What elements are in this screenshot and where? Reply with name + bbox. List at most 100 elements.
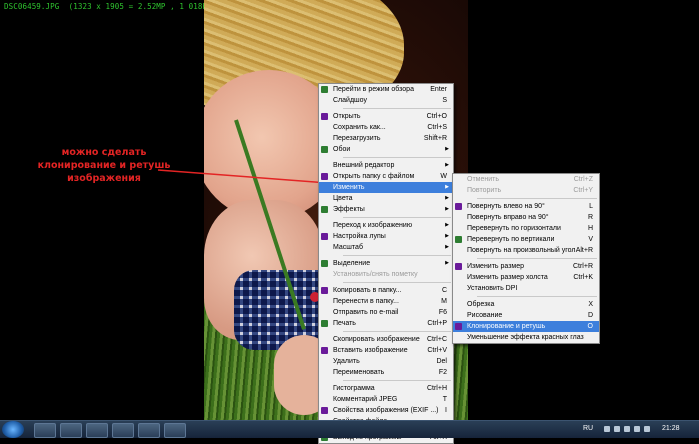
- app-taskbar-icon[interactable]: [60, 423, 82, 438]
- menu-item[interactable]: Масштаб ▶: [319, 242, 453, 253]
- menu-item-shortcut: C: [441, 287, 447, 294]
- menu-item-shortcut: I: [445, 407, 447, 414]
- menu-item-shortcut: H: [587, 225, 593, 232]
- menu-item[interactable]: Перевернуть по горизонтали H: [453, 223, 599, 234]
- menu-item-label: Перезагрузить: [333, 135, 381, 142]
- menu-item-label: Цвета: [333, 195, 353, 202]
- menu-separator: [477, 258, 597, 259]
- edit-submenu: Отменить Ctrl+Z Повторить Ctrl+Y Повернуть в…: [452, 173, 600, 344]
- menu-item[interactable]: Установить DPI: [453, 283, 599, 294]
- menu-item[interactable]: Гистограмма Ctrl+H: [319, 383, 453, 394]
- menu-item-shortcut: Ctrl+S: [427, 124, 447, 131]
- menu-item[interactable]: Внешний редактор ▶: [319, 160, 453, 171]
- menu-item-label: Перенести в папку...: [333, 298, 399, 305]
- menu-item-label: Изменить размер: [467, 263, 525, 270]
- menu-item-label: Выделение: [333, 260, 371, 267]
- menu-item[interactable]: Настройка лупы ▶: [319, 231, 453, 242]
- menu-item-shortcut: Alt+R: [575, 247, 593, 254]
- menu-item-label: Вставить изображение: [333, 347, 408, 354]
- tray-icon[interactable]: [624, 426, 630, 432]
- menu-item[interactable]: Открыть Ctrl+O: [319, 111, 453, 122]
- menu-item[interactable]: Изменить размер Ctrl+R: [453, 261, 599, 272]
- menu-separator: [477, 198, 597, 199]
- menu-item[interactable]: Перевернуть по вертикали V: [453, 234, 599, 245]
- menu-item[interactable]: Свойства изображения (EXIF ...) I: [319, 405, 453, 416]
- menu-item[interactable]: Вставить изображение Ctrl+V: [319, 345, 453, 356]
- menu-item-label: Уменьшение эффекта красных глаз: [467, 334, 584, 341]
- menu-item-label: Перевернуть по вертикали: [467, 236, 555, 243]
- menu-item[interactable]: Сохранить как... Ctrl+S: [319, 122, 453, 133]
- network-icon[interactable]: [634, 426, 640, 432]
- menu-item-icon: [321, 233, 328, 240]
- menu-item[interactable]: Изменить ▶: [319, 182, 453, 193]
- language-indicator[interactable]: RU: [583, 425, 593, 432]
- menu-item[interactable]: Эффекты ▶: [319, 204, 453, 215]
- menu-item-icon: [455, 263, 462, 270]
- menu-item[interactable]: Уменьшение эффекта красных глаз: [453, 332, 599, 343]
- viewer-taskbar-icon[interactable]: [138, 423, 160, 438]
- start-button[interactable]: [2, 421, 24, 438]
- menu-item[interactable]: Переход к изображению ▶: [319, 220, 453, 231]
- clock[interactable]: 21:28: [662, 425, 680, 432]
- menu-item-shortcut: Ctrl+V: [427, 347, 447, 354]
- media-taskbar-icon[interactable]: [164, 423, 186, 438]
- menu-item-label: Перейти в режим обзора: [333, 86, 414, 93]
- menu-item-icon: [455, 236, 462, 243]
- menu-item[interactable]: Клонирование и ретушь O: [453, 321, 599, 332]
- menu-item-shortcut: Ctrl+P: [427, 320, 447, 327]
- volume-icon[interactable]: [644, 426, 650, 432]
- menu-item[interactable]: Слайдшоу S: [319, 95, 453, 106]
- chevron-right-icon: ▶: [445, 244, 449, 250]
- menu-item[interactable]: Рисование D: [453, 310, 599, 321]
- tray-icon[interactable]: [614, 426, 620, 432]
- chevron-right-icon: ▶: [445, 260, 449, 266]
- menu-item-shortcut: S: [442, 97, 447, 104]
- menu-item[interactable]: Цвета ▶: [319, 193, 453, 204]
- menu-item-shortcut: Ctrl+R: [572, 263, 593, 270]
- menu-item-icon: [321, 320, 328, 327]
- menu-item[interactable]: Комментарий JPEG T: [319, 394, 453, 405]
- annotation-text: можно сделать клонирование и ретушь изоб…: [37, 147, 171, 184]
- menu-item-label: Перевернуть по горизонтали: [467, 225, 561, 232]
- menu-item[interactable]: Переименовать F2: [319, 367, 453, 378]
- menu-item[interactable]: Перейти в режим обзора Enter: [319, 84, 453, 95]
- menu-item[interactable]: Повернуть на произвольный угол Alt+R: [453, 245, 599, 256]
- menu-item-shortcut: Ctrl+O: [426, 113, 447, 120]
- chevron-right-icon: ▶: [445, 162, 449, 168]
- menu-item-shortcut: L: [589, 203, 593, 210]
- chevron-right-icon: ▶: [445, 222, 449, 228]
- menu-item-shortcut: Ctrl+Z: [573, 176, 593, 183]
- menu-item[interactable]: Открыть папку с файлом W: [319, 171, 453, 182]
- menu-item[interactable]: Копировать в папку... C: [319, 285, 453, 296]
- menu-item-label: Установить DPI: [467, 285, 518, 292]
- menu-item-icon: [321, 260, 328, 267]
- menu-item[interactable]: Изменить размер холста Ctrl+K: [453, 272, 599, 283]
- menu-item-label: Копировать в папку...: [333, 287, 402, 294]
- browser-taskbar-icon[interactable]: [86, 423, 108, 438]
- menu-item-label: Свойства изображения (EXIF ...): [333, 407, 439, 414]
- menu-item-label: Масштаб: [333, 244, 363, 251]
- menu-item[interactable]: Удалить Del: [319, 356, 453, 367]
- menu-item: Отменить Ctrl+Z: [453, 174, 599, 185]
- menu-item-label: Клонирование и ретушь: [467, 323, 546, 330]
- menu-item[interactable]: Перенести в папку... M: [319, 296, 453, 307]
- menu-item-icon: [321, 146, 328, 153]
- menu-item-label: Сохранить как...: [333, 124, 386, 131]
- explorer-taskbar-icon[interactable]: [34, 423, 56, 438]
- chevron-right-icon: ▶: [445, 233, 449, 239]
- menu-item[interactable]: Повернуть влево на 90° L: [453, 201, 599, 212]
- menu-item[interactable]: Скопировать изображение Ctrl+C: [319, 334, 453, 345]
- menu-item[interactable]: Перезагрузить Shift+R: [319, 133, 453, 144]
- menu-item-label: Печать: [333, 320, 356, 327]
- menu-separator: [343, 217, 451, 218]
- tray-icon[interactable]: [604, 426, 610, 432]
- photoshop-taskbar-icon[interactable]: [112, 423, 134, 438]
- menu-item[interactable]: Выделение ▶: [319, 258, 453, 269]
- menu-item-icon: [455, 323, 462, 330]
- menu-item[interactable]: Повернуть вправо на 90° R: [453, 212, 599, 223]
- menu-item[interactable]: Печать Ctrl+P: [319, 318, 453, 329]
- menu-item[interactable]: Обои ▶: [319, 144, 453, 155]
- menu-item-label: Внешний редактор: [333, 162, 395, 169]
- menu-item[interactable]: Отправить по e-mail F6: [319, 307, 453, 318]
- menu-item[interactable]: Обрезка X: [453, 299, 599, 310]
